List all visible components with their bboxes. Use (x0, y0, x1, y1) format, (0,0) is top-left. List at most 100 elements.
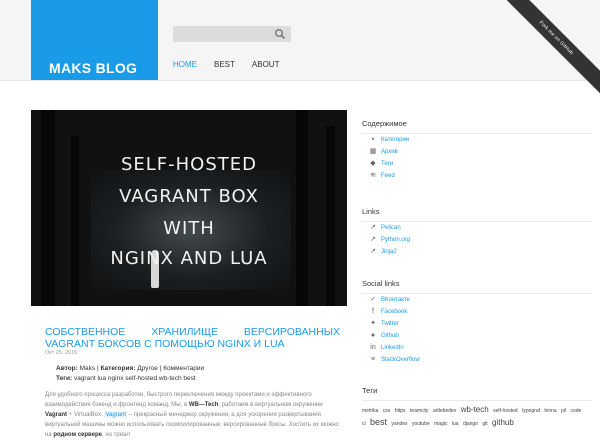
tag-link[interactable]: wb-tech (461, 405, 489, 414)
category-link[interactable]: Другое (137, 365, 158, 372)
post-tags[interactable]: vagrant lua nginx self-hosted wb-tech be… (74, 375, 196, 382)
site-logo[interactable]: MAKS BLOG (31, 0, 158, 80)
nav-about[interactable]: ABOUT (252, 60, 280, 69)
tag-link[interactable]: self-hosted (493, 408, 517, 414)
author-label: Автор: (56, 365, 78, 372)
social-label: Github (381, 333, 399, 339)
social-vk[interactable]: ✓ ВКонтакте (362, 294, 592, 306)
hero-line-2: VAGRANT BOX (119, 186, 259, 207)
tags-heading: Теги (362, 386, 378, 395)
nav-best[interactable]: BEST (214, 60, 235, 69)
tag-link[interactable]: youtube (412, 421, 430, 427)
excerpt-text: + VirtualBox. (67, 412, 105, 418)
sidebar-item-label: Архив (381, 149, 398, 155)
external-link-icon: ↗ (370, 224, 376, 231)
sidebar-item-label: Feed (381, 173, 395, 179)
twitter-icon: ✦ (370, 320, 376, 327)
excerpt-text: , работаем в виртуальном окружении (218, 402, 323, 408)
server-link[interactable]: родном сервере (53, 432, 102, 438)
search-input[interactable] (173, 26, 291, 42)
social-label: LinkedIn (381, 345, 404, 351)
hero-tree (296, 110, 308, 306)
sidebar-item-label: Теги (381, 161, 394, 167)
linkedin-icon: in (370, 344, 376, 351)
sidebar-links: Links ↗ Pelican ↗ Python.org ↗ Jinja2 (362, 207, 592, 258)
post-title[interactable]: Собственное хранилище версированных Vagr… (45, 326, 340, 350)
tag-cloud: metrika css https teamcity artlebedev wb… (362, 400, 592, 430)
tag-link[interactable]: pil (561, 408, 566, 414)
vagrant-link[interactable]: Vagrant (45, 412, 67, 418)
facebook-icon: f (372, 308, 374, 315)
tag-link[interactable]: code (570, 408, 581, 414)
social-github[interactable]: ● Github (362, 330, 592, 342)
calendar-icon: ▦ (369, 148, 377, 155)
vk-icon: ✓ (370, 296, 376, 303)
link-jinja[interactable]: ↗ Jinja2 (362, 246, 592, 258)
link-pelican[interactable]: ↗ Pelican (362, 222, 592, 234)
sidebar-social: Social links ✓ ВКонтакте f Facebook ✦ Twitt… (362, 279, 592, 366)
social-heading: Social links (362, 279, 400, 288)
tag-link[interactable]: ci (362, 421, 366, 427)
hero-line-4: NGINX AND LUA (110, 248, 268, 269)
external-link-icon: ↗ (370, 248, 376, 255)
hero-tree (326, 126, 335, 306)
tag-link[interactable]: git (482, 421, 487, 427)
site-header: MAKS BLOG HOME BEST ABOUT Fork me on Git… (0, 0, 600, 108)
post-meta: Автор: Maks | Категория: Другое | Коммен… (56, 365, 205, 382)
tag-link[interactable]: lua (452, 421, 459, 427)
tag-link[interactable]: yandex (391, 421, 407, 427)
sidebar-item-archive[interactable]: ▦ Архив (362, 146, 592, 158)
hero-line-3: WITH (163, 218, 215, 239)
post-hero-image[interactable]: SELF-HOSTED VAGRANT BOX WITH NGINX AND L… (31, 110, 347, 306)
tag-link[interactable]: typograf (522, 408, 540, 414)
main-nav: HOME BEST ABOUT (173, 60, 296, 69)
post-excerpt: Для удобного процесса разработки, быстро… (45, 390, 345, 440)
github-icon: ● (370, 332, 376, 339)
link-label: Python.org (381, 237, 411, 243)
company-link[interactable]: WB—Tech (189, 402, 219, 408)
tag-link[interactable]: https (395, 408, 406, 414)
social-twitter[interactable]: ✦ Twitter (362, 318, 592, 330)
rss-icon: ≋ (370, 172, 376, 179)
stackoverflow-icon: ≡ (370, 356, 376, 363)
contents-heading: Содержимое (362, 119, 407, 128)
tag-link[interactable]: lenna (544, 408, 556, 414)
category-label: Категория: (100, 365, 136, 372)
hero-tree (41, 110, 55, 306)
social-label: Facebook (381, 309, 408, 315)
logo-text: MAKS BLOG (49, 60, 138, 76)
tag-link[interactable]: django (463, 421, 478, 427)
social-linkedin[interactable]: in LinkedIn (362, 342, 592, 354)
external-link-icon: ↗ (370, 236, 376, 243)
social-facebook[interactable]: f Facebook (362, 306, 592, 318)
links-heading: Links (362, 207, 380, 216)
vagrant-code: Vagrant (104, 412, 128, 418)
fork-ribbon[interactable]: Fork me on GitHub (486, 0, 600, 108)
tag-link[interactable]: teamcity (410, 408, 429, 414)
author-link[interactable]: Maks (80, 365, 96, 372)
tag-link[interactable]: artlebedev (433, 408, 456, 414)
sidebar-tag-cloud: Теги metrika css https teamcity artlebed… (362, 386, 592, 430)
tag-link[interactable]: css (383, 408, 391, 414)
tag-link[interactable]: metrika (362, 408, 378, 414)
sidebar-item-feed[interactable]: ≋ Feed (362, 170, 592, 182)
social-stackoverflow[interactable]: ≡ StackOverflow (362, 354, 592, 366)
link-label: Pelican (381, 225, 401, 231)
link-python[interactable]: ↗ Python.org (362, 234, 592, 246)
social-label: ВКонтакте (381, 297, 410, 303)
folder-icon: ▪ (371, 136, 375, 143)
search-icon[interactable] (274, 28, 286, 40)
sidebar-item-tags[interactable]: ◆ Теги (362, 158, 592, 170)
comments-link[interactable]: Комментарии (163, 365, 204, 372)
tag-link[interactable]: best (370, 417, 387, 427)
tag-link[interactable]: github (492, 418, 514, 427)
post-date: Окт 25, 2016 (45, 350, 78, 356)
tag-link[interactable]: magic (434, 421, 447, 427)
social-label: StackOverflow (381, 357, 420, 363)
tag-icon: ◆ (370, 160, 376, 167)
sidebar-contents: Содержимое ▪ Категории ▦ Архив ◆ Теги ≋ Feed (362, 119, 592, 182)
nav-home[interactable]: HOME (173, 60, 197, 69)
social-label: Twitter (381, 321, 399, 327)
sidebar-item-categories[interactable]: ▪ Категории (362, 134, 592, 146)
sidebar-item-label: Категории (381, 137, 410, 143)
